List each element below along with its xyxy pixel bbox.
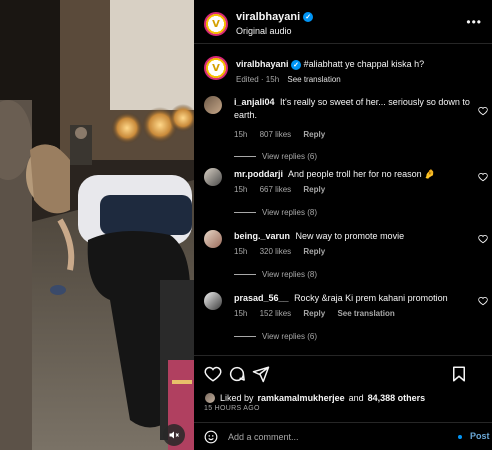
divider	[234, 212, 256, 213]
caption-time: Edited · 15h	[236, 75, 280, 84]
post-header: V viralbhayani ✓ Original audio •••	[194, 0, 492, 44]
reply-button[interactable]: Reply	[303, 130, 325, 139]
see-translation-link[interactable]: See translation	[337, 309, 394, 318]
view-replies-label: View replies (8)	[262, 270, 317, 279]
speaker-muted-icon	[169, 431, 179, 439]
commenter-avatar[interactable]	[204, 230, 222, 248]
add-comment-bar: Post	[194, 422, 492, 450]
comment-body: being._varun New way to promote movie	[234, 230, 474, 243]
avatar-logo: V	[212, 18, 220, 30]
likes-summary: Liked by ramkamalmukherjee and 84,388 ot…	[204, 392, 425, 404]
liked-by-prefix: Liked by	[220, 393, 254, 403]
caption-avatar[interactable]: V	[204, 56, 228, 80]
commenter-avatar[interactable]	[204, 96, 222, 114]
comment-username[interactable]: i_anjali04	[234, 97, 275, 107]
comment-meta: 15h 320 likes Reply	[234, 247, 335, 256]
view-replies-label: View replies (6)	[262, 152, 317, 161]
heart-icon[interactable]	[478, 172, 488, 182]
divider	[234, 156, 256, 157]
comment-likes[interactable]: 667 likes	[260, 185, 292, 194]
caption-username[interactable]: viralbhayani	[236, 59, 289, 69]
comment-input[interactable]	[228, 429, 448, 445]
comment-time: 15h	[234, 309, 248, 318]
more-options-icon[interactable]: •••	[466, 15, 482, 29]
header-username-row[interactable]: viralbhayani ✓	[236, 11, 314, 23]
view-replies-label: View replies (8)	[262, 208, 317, 217]
save-icon[interactable]	[450, 365, 468, 383]
liked-by-and: and	[348, 393, 364, 403]
view-replies-button[interactable]: View replies (8)	[234, 208, 317, 217]
header-username[interactable]: viralbhayani	[236, 11, 300, 23]
view-replies-button[interactable]: View replies (6)	[234, 332, 317, 341]
caption-text: #aliabhatt ye chappal kiska h?	[303, 59, 425, 69]
comment-username[interactable]: prasad_56__	[234, 293, 289, 303]
avatar[interactable]: V	[204, 12, 228, 36]
share-icon[interactable]	[252, 365, 270, 383]
comment-text: New way to promote movie	[295, 231, 405, 241]
verified-badge-icon: ✓	[303, 12, 314, 22]
reply-button[interactable]: Reply	[303, 185, 325, 194]
post-details-panel: V viralbhayani ✓ Original audio ••• V vi…	[194, 0, 492, 450]
video-frame	[0, 0, 194, 450]
emoji-icon[interactable]	[204, 430, 218, 444]
comment-text: Rocky &raja Ki prem kahani promotion	[294, 293, 448, 303]
comment-meta: 15h 152 likes Reply See translation	[234, 309, 405, 318]
comment-body: prasad_56__ Rocky &raja Ki prem kahani p…	[234, 292, 474, 305]
avatar-logo: V	[212, 62, 220, 74]
see-translation-link[interactable]: See translation	[287, 75, 340, 84]
comment-text: And people troll her for no reason 🤌	[288, 169, 436, 179]
view-replies-button[interactable]: View replies (6)	[234, 152, 317, 161]
comment-likes[interactable]: 152 likes	[260, 309, 292, 318]
commenter-avatar[interactable]	[204, 168, 222, 186]
caption-line: viralbhayani ✓ #aliabhatt ye chappal kis…	[236, 59, 424, 70]
comment-icon[interactable]	[228, 365, 246, 383]
divider	[234, 336, 256, 337]
divider	[234, 274, 256, 275]
reply-button[interactable]: Reply	[303, 247, 325, 256]
heart-icon[interactable]	[478, 234, 488, 244]
mute-button[interactable]	[163, 424, 185, 446]
commenter-avatar[interactable]	[204, 292, 222, 310]
liker-avatar[interactable]	[204, 392, 216, 404]
liked-by-user[interactable]: ramkamalmukherjee	[258, 393, 345, 403]
heart-icon[interactable]	[478, 296, 488, 306]
caption-meta: Edited · 15h See translation	[236, 75, 341, 84]
comment-username[interactable]: being._varun	[234, 231, 290, 241]
post-button[interactable]: Post	[470, 431, 490, 441]
comment-body: mr.poddarji And people troll her for no …	[234, 168, 474, 181]
comment-meta: 15h 807 likes Reply	[234, 130, 335, 139]
comment-time: 15h	[234, 247, 248, 256]
comment-likes[interactable]: 807 likes	[260, 130, 292, 139]
typing-indicator	[458, 435, 462, 439]
comment-likes[interactable]: 320 likes	[260, 247, 292, 256]
comment-username[interactable]: mr.poddarji	[234, 169, 283, 179]
post-timestamp[interactable]: 15 HOURS AGO	[204, 405, 260, 412]
audio-label[interactable]: Original audio	[236, 26, 292, 36]
heart-icon[interactable]	[204, 365, 222, 383]
heart-icon[interactable]	[478, 106, 488, 116]
verified-badge-icon: ✓	[291, 60, 302, 70]
likes-count[interactable]: 84,388 others	[368, 393, 426, 403]
view-replies-label: View replies (6)	[262, 332, 317, 341]
reply-button[interactable]: Reply	[303, 309, 325, 318]
reel-video[interactable]	[0, 0, 194, 450]
comment-time: 15h	[234, 130, 248, 139]
comment-time: 15h	[234, 185, 248, 194]
view-replies-button[interactable]: View replies (8)	[234, 270, 317, 279]
comment-meta: 15h 667 likes Reply	[234, 185, 335, 194]
comment-body: i_anjali04 It's really so sweet of her..…	[234, 96, 474, 122]
